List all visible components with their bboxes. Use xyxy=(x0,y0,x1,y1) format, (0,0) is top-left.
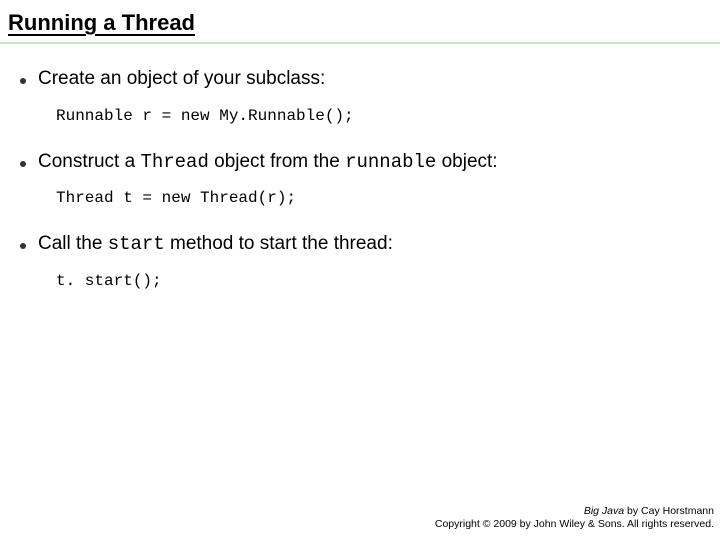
slide-footer: Big Java by Cay Horstmann Copyright © 20… xyxy=(435,505,714,532)
bullet-pre: Create an object of your subclass: xyxy=(38,68,325,89)
code-block: Runnable r = new My.Runnable(); xyxy=(56,107,700,125)
bullet-code-inline-2: runnable xyxy=(345,151,436,173)
footer-book-title: Big Java xyxy=(584,505,624,517)
footer-copyright: Copyright © 2009 by John Wiley & Sons. A… xyxy=(435,518,714,532)
code-block: Thread t = new Thread(r); xyxy=(56,189,700,207)
bullet-code-inline-1: Thread xyxy=(140,151,208,173)
bullet-dot-icon xyxy=(20,78,26,84)
bullet-dot-icon xyxy=(20,161,26,167)
slide-content: Create an object of your subclass: Runna… xyxy=(0,44,720,290)
bullet-text: Call the start method to start the threa… xyxy=(38,231,393,258)
bullet-pre: Construct a xyxy=(38,151,140,172)
slide-title: Running a Thread xyxy=(0,0,720,44)
bullet-text: Create an object of your subclass: xyxy=(38,66,325,93)
bullet-pre: Call the xyxy=(38,233,108,254)
bullet-item: Construct a Thread object from the runna… xyxy=(20,149,700,176)
bullet-item: Call the start method to start the threa… xyxy=(20,231,700,258)
bullet-item: Create an object of your subclass: xyxy=(20,66,700,93)
bullet-text: Construct a Thread object from the runna… xyxy=(38,149,498,176)
footer-attribution: Big Java by Cay Horstmann xyxy=(435,505,714,519)
bullet-mid: method to start the thread: xyxy=(165,233,393,254)
bullet-code-inline-1: start xyxy=(108,233,165,255)
bullet-mid: object from the xyxy=(209,151,345,172)
bullet-post: object: xyxy=(436,151,497,172)
code-block: t. start(); xyxy=(56,272,700,290)
bullet-dot-icon xyxy=(20,243,26,249)
footer-author: by Cay Horstmann xyxy=(624,505,714,517)
